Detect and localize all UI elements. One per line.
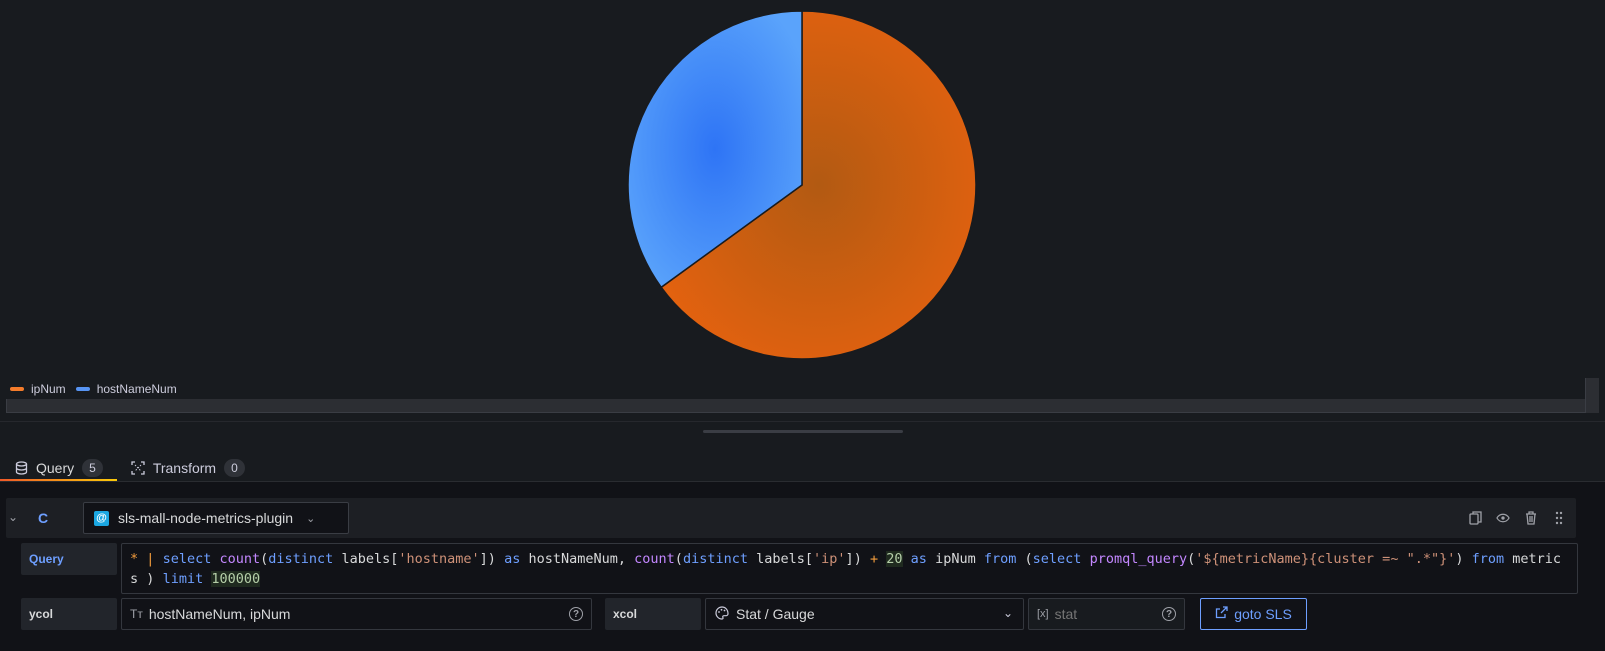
datasource-picker[interactable]: @ sls-mall-node-metrics-plugin ⌄ [83,502,349,534]
pane-resize-handle[interactable] [703,430,903,433]
pie-chart [627,10,977,360]
help-icon[interactable]: ? [569,607,583,621]
ycol-value: hostNameNum, ipNum [148,606,291,622]
ycol-input[interactable]: Tᴛ hostNameNum, ipNum ? [121,598,592,630]
tab-transform[interactable]: Transform 0 [117,446,259,482]
xcol-text-input[interactable] [1054,606,1155,622]
goto-sls-label: goto SLS [1234,606,1292,622]
datasource-name: sls-mall-node-metrics-plugin [118,510,294,526]
tab-transform-label: Transform [152,460,217,476]
xcol-select[interactable]: Stat / Gauge ⌄ [705,598,1024,630]
text-type-icon: Tᴛ [130,607,143,621]
vertical-scrollbar[interactable] [1585,378,1599,413]
palette-icon [715,605,729,623]
divider [0,421,1605,422]
trash-icon[interactable] [1524,510,1538,526]
ycol-label: ycol [21,598,117,630]
xcol-select-value: Stat / Gauge [736,606,815,622]
tab-query-label: Query [36,460,75,476]
variable-icon: [x] [1037,608,1049,620]
legend-swatch-ipnum [10,387,24,391]
datasource-logo-icon: @ [94,510,109,526]
query-code-editor[interactable]: * | select count(distinct labels['hostna… [121,543,1578,594]
chevron-down-icon: ⌄ [1002,606,1013,620]
xcol-input[interactable]: [x] ? [1028,598,1185,630]
database-icon [14,461,28,475]
horizontal-scrollbar[interactable] [6,399,1586,413]
legend-swatch-hostnamenum [75,387,90,391]
tab-query[interactable]: Query 5 [0,446,117,482]
legend-item-hostnamenum[interactable]: hostNameNum [75,382,177,396]
duplicate-icon[interactable] [1468,510,1482,526]
tab-transform-count: 0 [224,459,245,477]
legend: ipNum hostNameNum [10,382,177,396]
external-link-icon [1215,606,1228,622]
collapse-chevron-icon[interactable]: ⌄ [8,510,18,524]
query-ref-id[interactable]: C [38,510,48,526]
legend-label-hostnamenum: hostNameNum [96,382,177,396]
drag-handle-icon[interactable] [1552,510,1566,526]
query-label: Query [21,543,117,575]
chevron-down-icon: ⌄ [306,512,316,525]
editor-tabs: Query 5 Transform 0 [0,446,259,482]
legend-item-ipnum[interactable]: ipNum [10,382,66,396]
help-icon[interactable]: ? [1162,607,1176,621]
tab-query-count: 5 [82,459,103,477]
query-row-actions [1468,510,1566,526]
panel-visualization: ipNum hostNameNum [0,0,1605,420]
legend-label-ipnum: ipNum [31,382,66,396]
goto-sls-button[interactable]: goto SLS [1200,598,1307,630]
transform-icon [131,461,145,475]
eye-icon[interactable] [1496,510,1510,526]
xcol-label: xcol [605,598,701,630]
